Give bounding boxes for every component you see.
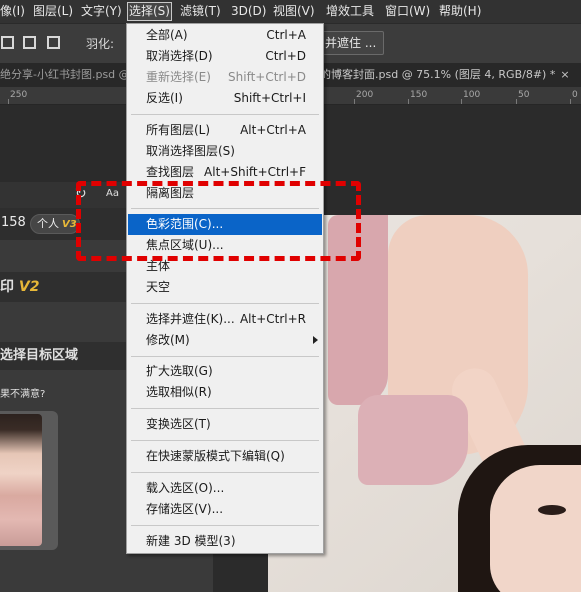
ruler-mark [8,99,9,104]
menu-view[interactable]: 视图(V) [273,3,315,20]
menu-item-label: 取消选择(D) [146,49,213,63]
menu-item-all[interactable]: 全部(A) Ctrl+A [128,25,322,46]
menu-item-label: 天空 [146,280,171,294]
menu-item-shortcut: Alt+Shift+Ctrl+F [204,165,306,179]
menu-item-select-and-mask[interactable]: 选择并遮住(K)... Alt+Ctrl+R [128,309,322,330]
menu-item-inverse[interactable]: 反选(I) Shift+Ctrl+I [128,88,322,109]
menu-3d[interactable]: 3D(D) [231,3,266,20]
menu-separator [131,525,319,526]
menu-help[interactable]: 帮助(H) [439,3,481,20]
menu-item-grow[interactable]: 扩大选取(G) [128,361,322,382]
ruler-tick: 200 [356,90,374,100]
menu-separator [131,472,319,473]
menu-separator [131,440,319,441]
ruler-tick: 150 [410,90,428,100]
menu-image[interactable]: 像(I) [0,3,25,20]
menu-item-label: 所有图层(L) [146,123,211,137]
menu-item-find-layers[interactable]: 查找图层 Alt+Shift+Ctrl+F [128,162,322,183]
menu-item-label: 取消选择图层(S) [146,144,235,158]
menu-item-label: 新建 3D 模型(3) [146,534,236,548]
menu-item-sky[interactable]: 天空 [128,277,322,298]
panel-title-version: V2 [18,279,40,295]
ruler-mark [354,99,355,104]
menu-item-transform-selection[interactable]: 变换选区(T) [128,414,322,435]
hint-text: 果不满意? [0,389,46,400]
preview-thumbnail[interactable] [0,411,58,550]
menu-item-label: 载入选区(O)... [146,481,225,495]
menu-filter[interactable]: 滤镜(T) [180,3,221,20]
menu-item-quick-mask[interactable]: 在快速蒙版模式下编辑(Q) [128,446,322,467]
ruler-tick: 50 [518,90,530,100]
menu-layer[interactable]: 图层(L) [33,3,73,20]
menu-item-shortcut: Alt+Ctrl+A [240,123,306,137]
ruler-tick: 100 [463,90,481,100]
menu-plugins[interactable]: 增效工具 [326,3,374,20]
menu-separator [131,356,319,357]
menu-item-deselect[interactable]: 取消选择(D) Ctrl+D [128,46,322,67]
menu-item-label: 扩大选取(G) [146,364,213,378]
photo-face [490,465,581,592]
credit-count: 158 [1,215,26,230]
menu-item-save-selection[interactable]: 存储选区(V)... [128,499,322,520]
add-selection-icon[interactable] [23,36,36,49]
ruler-tick: 250 [10,90,28,100]
ruler-mark [461,99,462,104]
photo-eye [538,505,566,515]
menu-item-new-3d-model[interactable]: 新建 3D 模型(3) [128,531,322,552]
ruler-mark [408,99,409,104]
panel-title-text: 印 [0,279,14,295]
highlight-annotation [76,181,361,261]
menu-item-shortcut: Shift+Ctrl+D [228,70,306,84]
badge-label: 个人 [37,217,59,230]
select-menu: 全部(A) Ctrl+A 取消选择(D) Ctrl+D 重新选择(E) Shift+C… [126,23,324,554]
menu-bar: 像(I) 图层(L) 文字(Y) 选择(S) 滤镜(T) 3D(D) 视图(V)… [0,0,581,23]
submenu-arrow-icon [313,336,318,344]
menu-separator [131,303,319,304]
menu-item-similar[interactable]: 选取相似(R) [128,382,322,403]
menu-item-shortcut: Ctrl+A [266,28,306,42]
menu-window[interactable]: 窗口(W) [385,3,430,20]
menu-item-modify[interactable]: 修改(M) [128,330,322,351]
ruler-tick: 0 [572,90,578,100]
account-badge[interactable]: 个人 V3 [30,214,80,234]
menu-item-label: 选择并遮住(K)... [146,312,235,326]
menu-item-label: 反选(I) [146,91,183,105]
menu-type[interactable]: 文字(Y) [81,3,122,20]
menu-item-label: 选取相似(R) [146,385,212,399]
menu-item-deselect-layers[interactable]: 取消选择图层(S) [128,141,322,162]
menu-item-shortcut: Ctrl+D [265,49,306,63]
badge-version: V3 [62,219,77,230]
ruler-mark [516,99,517,104]
menu-item-label: 变换选区(T) [146,417,211,431]
tab-document-2[interactable]: 的博客封面.psd @ 75.1% (图层 4, RGB/8#) * × [320,63,570,87]
menu-item-label: 重新选择(E) [146,70,211,84]
menu-item-reselect[interactable]: 重新选择(E) Shift+Ctrl+D [128,67,322,88]
menu-item-label: 查找图层 [146,165,195,179]
menu-item-label: 存储选区(V)... [146,502,224,516]
menu-item-all-layers[interactable]: 所有图层(L) Alt+Ctrl+A [128,120,322,141]
tab-document-1[interactable]: 绝分享-小红书封图.psd @ [0,63,130,87]
menu-item-label: 修改(M) [146,333,190,347]
feather-label: 羽化: [86,37,115,51]
new-selection-icon[interactable] [1,36,14,49]
menu-separator [131,114,319,115]
menu-separator [131,408,319,409]
tab-document-2-label: 的博客封面.psd @ 75.1% (图层 4, RGB/8#) * [320,68,556,81]
photo-sleeve-lower [358,395,468,485]
close-icon[interactable]: × [560,68,569,81]
menu-item-shortcut: Shift+Ctrl+I [233,91,306,105]
menu-item-label: 在快速蒙版模式下编辑(Q) [146,449,285,463]
subtract-selection-icon[interactable] [47,36,60,49]
menu-item-load-selection[interactable]: 载入选区(O)... [128,478,322,499]
ruler-mark [570,99,571,104]
thumbnail-image [0,414,42,546]
select-and-mask-button[interactable]: 并遮住 ... [318,31,384,55]
menu-item-shortcut: Alt+Ctrl+R [239,312,306,326]
menu-select[interactable]: 选择(S) [127,2,172,21]
menu-item-label: 全部(A) [146,28,188,42]
